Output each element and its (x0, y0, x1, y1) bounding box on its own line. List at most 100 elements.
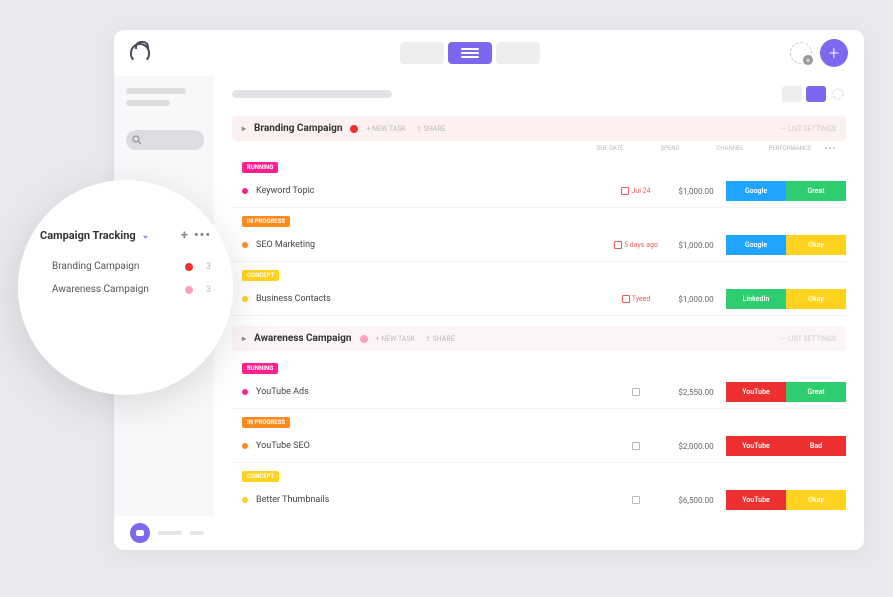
sidebar-placeholder (126, 88, 186, 94)
status-tag[interactable]: IN PROGRESS (242, 417, 290, 428)
performance-tag[interactable]: Okay (786, 490, 846, 510)
spend-value: $1,000.00 (666, 295, 726, 304)
calendar-icon (622, 295, 630, 303)
share-button[interactable]: ⇪ SHARE (425, 335, 455, 343)
status-dot-icon (242, 389, 248, 395)
due-date[interactable] (606, 442, 666, 450)
status-dot-icon (242, 242, 248, 248)
channel-tag[interactable]: YouTube (726, 436, 786, 456)
task-row[interactable]: YouTube Ads $2,550.00YouTubeGreat (232, 376, 846, 409)
sidebar-placeholder (126, 100, 170, 106)
view-option[interactable] (782, 86, 802, 102)
search-input[interactable] (126, 130, 204, 150)
task-row[interactable]: SEO Marketing5 days ago$1,000.00GoogleOk… (232, 229, 846, 262)
channel-tag[interactable]: Google (726, 181, 786, 201)
add-member-avatar[interactable] (790, 42, 812, 64)
view-switcher (400, 42, 540, 64)
status-dot-icon (242, 188, 248, 194)
status-tag[interactable]: RUNNING (242, 162, 278, 173)
more-icon[interactable]: ⋯ (824, 145, 836, 152)
performance-tag[interactable]: Great (786, 181, 846, 201)
footer-placeholder (158, 531, 182, 535)
performance-tag[interactable]: Okay (786, 235, 846, 255)
spend-value: $1,000.00 (666, 187, 726, 196)
performance-tag[interactable]: Bad (786, 436, 846, 456)
popover-item-count: 3 (201, 262, 211, 272)
status-dot-icon (185, 263, 193, 271)
spend-value: $2,000.00 (666, 442, 726, 451)
status-tag[interactable]: IN PROGRESS (242, 216, 290, 227)
topbar: + (114, 30, 864, 76)
list-settings-button[interactable]: ⋯ LIST SETTINGS (779, 335, 836, 343)
breadcrumb-placeholder (232, 90, 392, 98)
settings-icon[interactable] (830, 86, 846, 102)
search-icon (132, 135, 142, 145)
group-header[interactable]: ▸ Awareness Campaign + NEW TASK ⇪ SHARE ⋯ LI… (232, 326, 846, 351)
new-task-button[interactable]: + NEW TASK (376, 335, 416, 343)
col-due: DUE DATE (580, 145, 640, 152)
chevron-icon: ▸ (242, 124, 246, 133)
status-tag[interactable]: CONCEPT (242, 270, 279, 281)
channel-tag[interactable]: YouTube (726, 382, 786, 402)
status-tag[interactable]: CONCEPT (242, 471, 279, 482)
calendar-icon (632, 388, 640, 396)
status-dot-icon (242, 497, 248, 503)
due-date[interactable]: Tyeed (606, 295, 666, 303)
group-title: Awareness Campaign (254, 333, 352, 344)
calendar-icon (632, 496, 640, 504)
task-row[interactable]: Keyword TopicJul 24$1,000.00GoogleGreat (232, 175, 846, 208)
chat-button[interactable] (130, 523, 150, 543)
calendar-icon (621, 187, 629, 195)
spend-value: $1,000.00 (666, 241, 726, 250)
share-button[interactable]: ⇪ SHARE (416, 125, 446, 133)
channel-tag[interactable]: YouTube (726, 490, 786, 510)
campaign-popover: Campaign Tracking ⌄ + ••• Branding Campa… (18, 180, 233, 395)
popover-item[interactable]: Branding Campaign3 (40, 255, 211, 278)
channel-tag[interactable]: LinkedIn (726, 289, 786, 309)
view-option-active[interactable] (806, 86, 826, 102)
spend-value: $2,550.00 (666, 388, 726, 397)
chevron-down-icon: ⌄ (142, 231, 150, 241)
due-date[interactable]: 5 days ago (606, 241, 666, 249)
status-dot-icon (242, 443, 248, 449)
performance-tag[interactable]: Great (786, 382, 846, 402)
view-options (782, 86, 846, 102)
performance-tag[interactable]: Okay (786, 289, 846, 309)
popover-item-label: Awareness Campaign (52, 284, 149, 295)
task-name: SEO Marketing (256, 240, 606, 250)
task-row[interactable]: Better Thumbnails$6,500.00YouTubeOkay (232, 484, 846, 516)
chevron-icon: ▸ (242, 334, 246, 343)
task-name: YouTube SEO (256, 441, 606, 451)
add-list-button[interactable]: + (181, 228, 188, 243)
task-row[interactable]: YouTube SEO $2,000.00YouTubeBad (232, 430, 846, 463)
status-dot-icon (360, 335, 368, 343)
footer-placeholder (190, 531, 204, 535)
task-name: YouTube Ads (256, 387, 606, 397)
popover-header[interactable]: Campaign Tracking ⌄ + ••• (40, 228, 211, 243)
footer (114, 516, 864, 550)
due-date[interactable]: Jul 24 (606, 187, 666, 195)
due-date[interactable] (606, 496, 666, 504)
logo-icon[interactable] (130, 43, 150, 63)
new-task-button[interactable]: + NEW TASK (366, 125, 406, 133)
view-tab-list[interactable] (448, 42, 492, 64)
main-header (232, 86, 846, 102)
list-settings-button[interactable]: ⋯ LIST SETTINGS (779, 125, 836, 133)
popover-item[interactable]: Awareness Campaign 3 (40, 278, 211, 301)
main-content: ▸ Branding Campaign + NEW TASK ⇪ SHARE ⋯ LIS… (214, 76, 864, 516)
channel-tag[interactable]: Google (726, 235, 786, 255)
popover-title: Campaign Tracking (40, 229, 136, 242)
view-tab[interactable] (400, 42, 444, 64)
popover-item-count: 3 (201, 285, 211, 295)
group-header[interactable]: ▸ Branding Campaign + NEW TASK ⇪ SHARE ⋯ LIS… (232, 116, 846, 141)
task-row[interactable]: Business ContactsTyeed$1,000.00LinkedInO… (232, 283, 846, 316)
col-channel: CHANNEL (700, 145, 760, 152)
due-date[interactable] (606, 388, 666, 396)
view-tab[interactable] (496, 42, 540, 64)
group-title: Branding Campaign (254, 123, 342, 134)
calendar-icon (614, 241, 622, 249)
status-dot-icon (185, 286, 193, 294)
more-button[interactable]: ••• (194, 228, 211, 243)
status-tag[interactable]: RUNNING (242, 363, 278, 374)
add-button[interactable]: + (820, 39, 848, 67)
